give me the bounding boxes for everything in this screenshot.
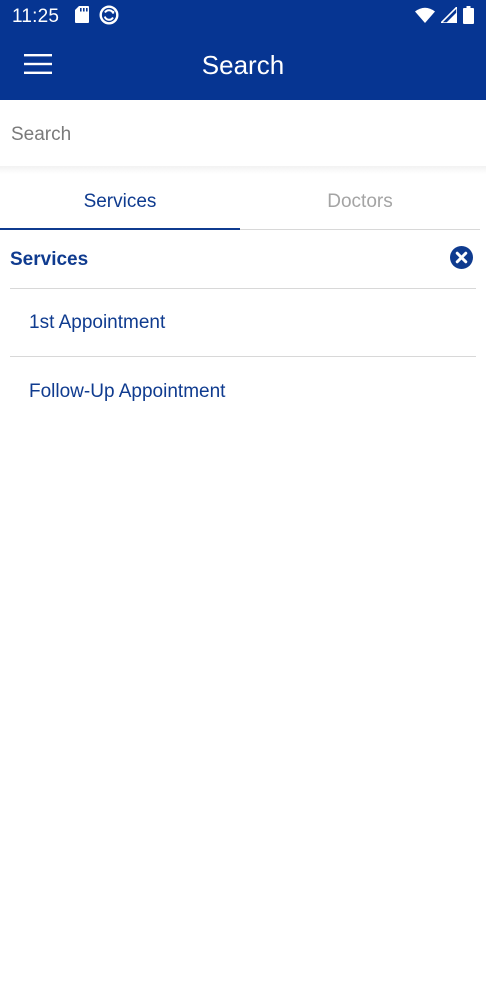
app-bar: Search <box>0 34 486 100</box>
search-divider <box>0 166 486 174</box>
tab-bar: Services Doctors <box>0 174 480 230</box>
status-right-icons <box>415 4 474 29</box>
tab-doctors[interactable]: Doctors <box>240 174 480 229</box>
battery-icon <box>463 5 474 29</box>
page-title: Search <box>201 50 285 80</box>
app-screen: 11:25 Search Search Services Doctors Ser… <box>0 0 486 1000</box>
wifi-icon <box>415 7 435 28</box>
status-left-icons <box>75 4 119 30</box>
header: 11:25 Search <box>0 0 486 100</box>
close-circle-icon <box>449 246 473 274</box>
search-bar <box>0 100 486 170</box>
section-title: Services <box>10 249 89 270</box>
clear-section-button[interactable] <box>448 246 474 274</box>
services-list: 1st Appointment Follow-Up Appointment <box>10 290 476 427</box>
status-bar: 11:25 <box>0 0 486 34</box>
tab-services[interactable]: Services <box>0 174 240 230</box>
search-input[interactable] <box>0 100 486 170</box>
sd-card-icon <box>75 6 90 28</box>
status-time: 11:25 <box>12 6 60 27</box>
signal-icon <box>439 4 458 28</box>
list-item[interactable]: 1st Appointment <box>10 290 476 357</box>
sync-circle-icon <box>99 4 119 30</box>
section-header: Services <box>10 232 476 289</box>
list-item[interactable]: Follow-Up Appointment <box>10 357 476 427</box>
